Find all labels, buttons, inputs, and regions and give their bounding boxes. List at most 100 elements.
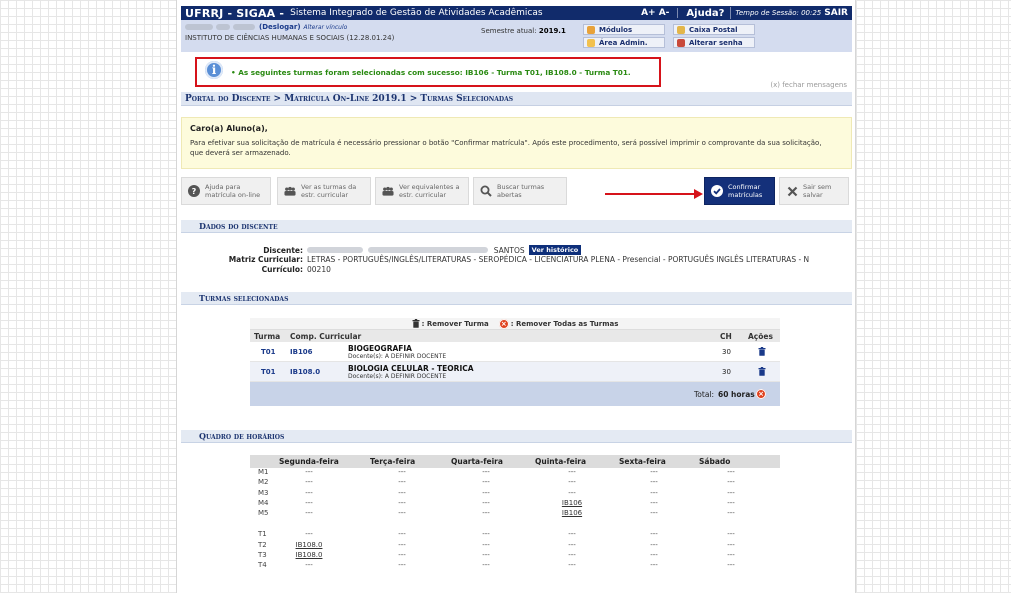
logout-link[interactable]: (Deslogar) [259,23,301,31]
admin-icon [587,38,595,47]
schedule-cell: --- [305,498,313,507]
font-size-controls[interactable]: A+ A- [641,8,669,18]
workload: 30 [722,348,731,356]
top-bar: UFRRJ - SIGAA - Sistema Integrado de Ges… [181,6,852,20]
schedule-cell: --- [482,540,490,549]
success-text: • As seguintes turmas foram selecionadas… [231,67,631,77]
student-label: Discente: [263,245,303,255]
view-equivalents-label: Ver equivalentes a estr. curricular [399,183,460,199]
schedule-cell: --- [727,561,735,570]
redacted-name [368,246,489,253]
legend-remove-all: : Remover Todas as Turmas [510,319,619,328]
redacted-name [233,24,255,30]
schedule-row: T1 --- --- --- --- --- --- [250,530,780,540]
people-icon [284,185,296,197]
redacted-name [307,246,363,253]
schedule-cell: --- [482,530,490,539]
schedule-cell: --- [727,478,735,487]
schedule-cell: --- [398,509,406,518]
semester-info: Semestre atual: 2019.1 [481,27,566,35]
admin-label: Área Admin. [599,38,648,47]
trash-icon[interactable] [758,367,766,376]
close-messages-link[interactable]: (x) fechar mensagens [770,81,847,89]
schedule-cell: --- [650,498,658,507]
selected-classes-table: : Remover Turma × : Remover Todas as Tur… [250,318,780,406]
schedule-cell: --- [305,530,313,539]
day-header: Terça-feira [370,457,416,466]
student-surname: SANTOS [493,245,525,255]
view-equivalents-button[interactable]: Ver equivalentes a estr. curricular [375,177,469,205]
class-code[interactable]: T01 [261,368,276,376]
help-link[interactable]: Ajuda? [686,8,724,19]
schedule-class-link[interactable]: IB106 [542,499,602,507]
schedule-cell: --- [482,561,490,570]
notice-greeting: Caro(a) Aluno(a), [190,124,268,133]
time-slot-label: M4 [258,498,269,507]
schedule-cell: --- [727,488,735,497]
view-history-button[interactable]: Ver histórico [528,245,582,255]
schedule-cell: --- [482,498,490,507]
view-classes-button[interactable]: Ver as turmas da estr. curricular [277,177,371,205]
component-code[interactable]: IB108.0 [290,368,320,376]
schedule-cell: --- [727,551,735,560]
workload: 30 [722,368,731,376]
schedule-class-link[interactable]: IB106 [542,509,602,517]
exit-link[interactable]: SAIR [824,8,848,18]
schedule-cell: --- [568,530,576,539]
schedule-gap [250,519,780,530]
total-value: 60 horas [718,390,755,399]
curriculum-label: Currículo: [261,265,303,274]
search-classes-label: Buscar turmas abertas [497,183,545,199]
mailbox-button[interactable]: Caixa Postal [673,24,755,35]
schedule-row: M5 --- --- --- IB106 --- --- [250,509,780,519]
info-icon: i [205,61,223,79]
schedule-class-link[interactable]: IB108.0 [279,551,339,559]
schedule-row: T3 IB108.0 --- --- --- --- --- [250,551,780,561]
schedule-row: M1 --- --- --- --- --- --- [250,468,780,478]
day-header: Quarta-feira [451,457,503,466]
schedule-cell: --- [650,478,658,487]
view-classes-label: Ver as turmas da estr. curricular [301,183,357,199]
class-code[interactable]: T01 [261,348,276,356]
modules-button[interactable]: Módulos [583,24,665,35]
schedule-class-link[interactable]: IB108.0 [279,541,339,549]
curriculum-matrix-label: Matriz Curricular: [228,255,303,264]
curriculum-value: 00210 [307,265,331,274]
confirm-enrollment-label: Confirmar matrículas [728,183,763,199]
section-student-data: Dados do discente [181,220,852,233]
change-password-button[interactable]: Alterar senha [673,37,755,48]
modules-label: Módulos [599,25,633,34]
check-circle-icon [711,185,723,197]
semester-value: 2019.1 [538,27,566,35]
schedule-cell: --- [650,468,658,476]
section-selected-classes: Turmas selecionadas [181,292,852,305]
change-link[interactable]: Alterar vínculo [304,24,348,31]
time-slot-label: M2 [258,478,269,487]
help-enrollment-button[interactable]: ? Ajuda para matrícula on-line [181,177,271,205]
schedule-cell: --- [305,468,313,476]
redacted-name [216,24,230,30]
help-enrollment-label: Ajuda para matrícula on-line [205,183,261,199]
session-box: Tempo de Sessão: 00:25 SAIR [730,7,848,19]
curriculum-matrix-row: Matriz Curricular: LETRAS - PORTUGUÊS/IN… [181,255,809,264]
schedule-cell: --- [650,561,658,570]
admin-area-button[interactable]: Área Admin. [583,37,665,48]
schedule-cell: --- [305,488,313,497]
search-classes-button[interactable]: Buscar turmas abertas [473,177,567,205]
component-code[interactable]: IB106 [290,348,313,356]
schedule-cell: --- [482,488,490,497]
trash-icon[interactable] [758,347,766,356]
schedule-cell: --- [398,468,406,476]
table-row: T01 IB108.0 BIOLOGIA CELULAR - TEORICA D… [250,362,780,382]
breadcrumb: Portal do Discente > Matrícula On-Line 2… [181,92,852,106]
remove-all-button[interactable]: × [756,389,766,399]
schedule-cell: --- [398,551,406,560]
schedule-cell: --- [398,498,406,507]
schedule-cell: --- [568,468,576,476]
header-turma: Turma [254,331,281,341]
schedule-cell: --- [482,551,490,560]
exit-without-saving-button[interactable]: Sair sem salvar [779,177,849,205]
curriculum-matrix-value: LETRAS - PORTUGUÊS/INGLÊS/LITERATURAS - … [307,255,810,264]
header-comp: Comp. Curricular [290,331,362,341]
confirm-enrollment-button[interactable]: Confirmar matrículas [704,177,775,205]
